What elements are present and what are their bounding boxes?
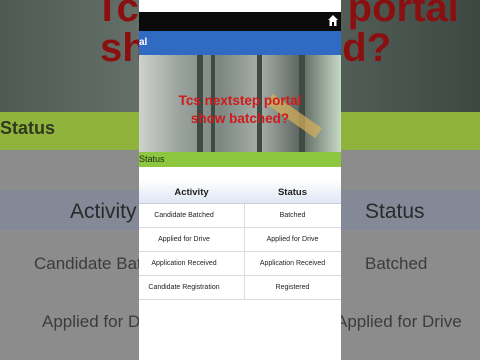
overlay-title-line1: Tcs nextstep portal — [178, 93, 302, 108]
table-row: Candidate Batched Batched — [139, 204, 341, 228]
cell-activity: Candidate Registration — [148, 284, 220, 291]
column-header-activity: Activity — [174, 187, 209, 198]
status-section-header: Status — [139, 152, 341, 167]
home-icon[interactable] — [328, 15, 338, 26]
table-row: Candidate Registration Registered — [139, 276, 341, 300]
hero-image: Tcs nextstep portal show batched? — [139, 55, 341, 152]
cell-status: Batched — [279, 212, 306, 219]
background-status-label: Status — [0, 118, 56, 138]
cell-status: Application Received — [259, 260, 326, 267]
background-cell-applied: Applied for D — [42, 312, 141, 331]
app-title: al — [139, 37, 148, 48]
cell-status: Registered — [275, 284, 310, 291]
status-section-label: Status — [139, 154, 165, 164]
background-activity-header: Activity — [70, 200, 137, 223]
background-cell-candidate: Candidate Batc — [34, 254, 151, 273]
cell-activity: Candidate Batched — [154, 212, 214, 219]
app-header: al — [139, 31, 341, 55]
column-divider — [244, 204, 245, 300]
overlay-title-line2: show batched? — [190, 111, 290, 126]
background-cell-batched: Batched — [365, 254, 428, 273]
table-row: Application Received Application Receive… — [139, 252, 341, 276]
background-status-header: Status — [365, 200, 425, 223]
column-header-status: Status — [277, 187, 308, 198]
cell-status: Applied for Drive — [266, 236, 319, 243]
cell-activity: Applied for Drive — [158, 236, 210, 243]
table-row: Applied for Drive Applied for Drive — [139, 228, 341, 252]
background-cell-applied-drive: Applied for Drive — [336, 312, 462, 331]
top-bar — [139, 12, 341, 31]
cell-activity: Application Received — [151, 260, 217, 267]
phone-screen: al Tcs nextstep portal show batched? Sta… — [139, 0, 341, 360]
status-table: Activity Status Candidate Batched Batche… — [139, 180, 341, 300]
table-header: Activity Status — [139, 180, 341, 204]
